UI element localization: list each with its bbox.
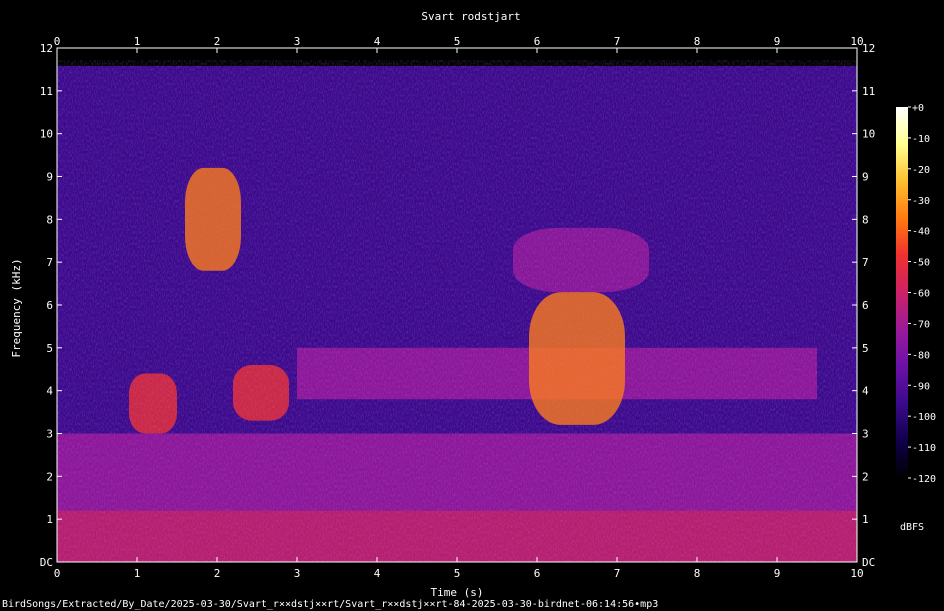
y-tick-label: 12 (40, 42, 53, 55)
colorbar-tick-label: -80 (912, 350, 930, 361)
x-tick-label-top: 2 (214, 35, 221, 48)
y-tick-label-right: 3 (862, 428, 869, 441)
y-tick-label-right: 11 (862, 85, 875, 98)
x-tick-label-top: 4 (374, 35, 381, 48)
y-tick-label-right: 1 (862, 513, 869, 526)
y-tick-label: 11 (40, 85, 53, 98)
y-tick-label-right: DC (862, 556, 875, 569)
x-tick-label-top: 7 (614, 35, 621, 48)
colorbar-tick-label: -90 (912, 381, 930, 392)
y-tick-label-right: 4 (862, 385, 869, 398)
colorbar-tick-label: -10 (912, 134, 930, 145)
x-tick-label-top: 5 (454, 35, 461, 48)
y-tick-label-right: 12 (862, 42, 875, 55)
colorbar-tick-label: -60 (912, 289, 930, 300)
plot-area (57, 48, 857, 562)
y-tick-label: 7 (46, 256, 53, 269)
colorbar-tick-label: -50 (912, 258, 930, 269)
y-tick-label-right: 10 (862, 128, 875, 141)
colorbar-ticks: +0 -10 -20 -30 -40 -50 -60 -70 -80 -90 -100 -110 -12… (908, 103, 936, 485)
y-tick-label: 2 (46, 470, 53, 483)
chart-title: Svart rodstjart (421, 10, 520, 23)
y-tick-label: 6 (46, 299, 53, 312)
x-tick-label: 4 (374, 567, 381, 580)
colorbar-label: dBFS (900, 522, 924, 533)
noise-texture (57, 60, 857, 562)
colorbar-gradient (896, 107, 908, 478)
colorbar-tick-label: -70 (912, 319, 930, 330)
y-tick-label: DC (40, 556, 53, 569)
x-tick-label-top: 0 (54, 35, 61, 48)
x-tick-label-top: 8 (694, 35, 701, 48)
colorbar-tick-label: -120 (912, 474, 936, 485)
y-tick-label: 9 (46, 171, 53, 184)
colorbar-tick-label: -30 (912, 196, 930, 207)
x-tick-label: 5 (454, 567, 461, 580)
colorbar-tick-label: -100 (912, 412, 936, 423)
x-tick-label: 2 (214, 567, 221, 580)
colorbar: +0 -10 -20 -30 -40 -50 -60 -70 -80 -90 -100 -110 -12… (896, 103, 936, 533)
y-tick-label: 8 (46, 213, 53, 226)
x-tick-label-top: 1 (134, 35, 141, 48)
spectrogram-chart: Svart rodstjart 001122334455667788991010… (2, 10, 936, 610)
x-tick-label-top: 9 (774, 35, 781, 48)
footer-filename: BirdSongs/Extracted/By_Date/2025-03-30/S… (2, 599, 658, 610)
y-tick-label: 3 (46, 428, 53, 441)
x-tick-label: 8 (694, 567, 701, 580)
y-tick-label-right: 7 (862, 256, 869, 269)
y-axis-label: Frequency (kHz) (10, 258, 23, 357)
colorbar-tick-label: +0 (912, 103, 924, 114)
y-tick-label: 1 (46, 513, 53, 526)
colorbar-tick-label: -20 (912, 165, 930, 176)
y-tick-label: 4 (46, 385, 53, 398)
x-tick-label-top: 6 (534, 35, 541, 48)
x-tick-label: 0 (54, 567, 61, 580)
x-tick-label: 9 (774, 567, 781, 580)
x-tick-label: 6 (534, 567, 541, 580)
y-tick-label: 5 (46, 342, 53, 355)
colorbar-tick-label: -110 (912, 443, 936, 454)
x-tick-label: 1 (134, 567, 141, 580)
y-tick-label-right: 6 (862, 299, 869, 312)
y-tick-label: 10 (40, 128, 53, 141)
y-tick-label-right: 5 (862, 342, 869, 355)
y-tick-label-right: 2 (862, 470, 869, 483)
colorbar-tick-label: -40 (912, 227, 930, 238)
x-tick-label-top: 3 (294, 35, 301, 48)
x-tick-label: 3 (294, 567, 301, 580)
x-axis-label: Time (s) (431, 586, 484, 599)
y-tick-label-right: 8 (862, 213, 869, 226)
y-tick-label-right: 9 (862, 171, 869, 184)
x-tick-label: 7 (614, 567, 621, 580)
